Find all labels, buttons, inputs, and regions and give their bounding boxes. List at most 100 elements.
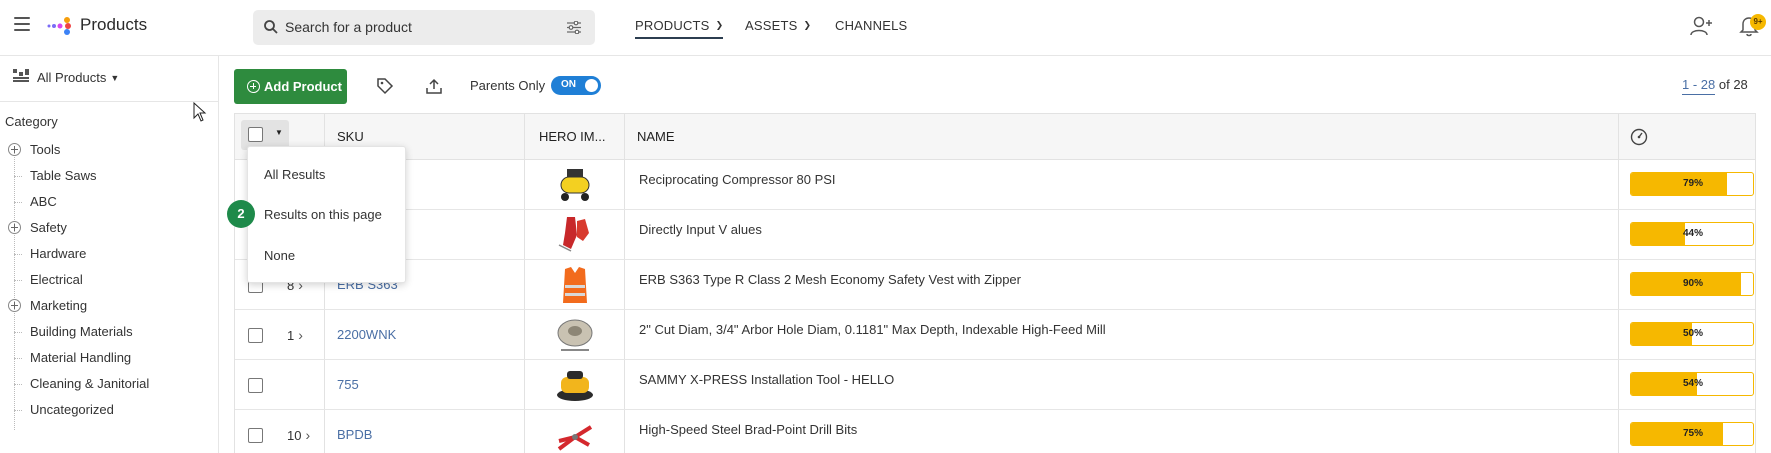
tree-item-cleaning-janitorial[interactable]: Cleaning & Janitorial <box>0 372 218 398</box>
product-sku[interactable]: 755 <box>337 377 359 392</box>
nav-products-label: PRODUCTS <box>635 18 710 33</box>
column-header-sku[interactable]: SKU <box>337 129 364 144</box>
tree-item-marketing[interactable]: Marketing <box>0 294 218 320</box>
tree-item-hardware[interactable]: Hardware <box>0 242 218 268</box>
upload-icon[interactable] <box>425 77 443 95</box>
tree-item-label: Tools <box>30 142 61 157</box>
nav-assets-label: ASSETS <box>745 18 798 33</box>
parents-only-label: Parents Only <box>470 78 546 93</box>
product-scope-label: All Products <box>37 70 107 85</box>
pagination-total: of 28 <box>1718 77 1748 92</box>
tree-item-uncategorized[interactable]: Uncategorized <box>0 398 218 424</box>
table-row[interactable]: 8 › ERB S363 ERB S363 Type R Class 2 Mesh… <box>235 260 1755 310</box>
tree-item-material-handling[interactable]: Material Handling <box>0 346 218 372</box>
tree-item-label: Electrical <box>30 272 83 287</box>
add-product-label: Add Product <box>264 79 342 94</box>
tree-item-label: Hardware <box>30 246 87 261</box>
menu-item-all-results[interactable]: All Results <box>264 167 325 182</box>
product-image[interactable] <box>553 415 597 453</box>
completeness-percent: 50% <box>1682 328 1703 339</box>
product-name[interactable]: ERB S363 Type R Class 2 Mesh Economy Saf… <box>639 272 1021 287</box>
toggle-knob <box>585 79 598 92</box>
tree-item-electrical[interactable]: Electrical <box>0 268 218 294</box>
chevron-right-icon: › <box>298 327 303 343</box>
select-menu: All Results Results on this page None <box>247 146 406 283</box>
tree-item-tools[interactable]: Tools <box>0 138 218 164</box>
caret-down-icon: ▼ <box>110 73 120 83</box>
product-image[interactable] <box>553 365 597 405</box>
tag-icon[interactable] <box>376 77 394 95</box>
expand-icon[interactable] <box>8 143 21 156</box>
product-image[interactable] <box>553 265 597 305</box>
tree-item-building-materials[interactable]: Building Materials <box>0 320 218 346</box>
table-header: ▼ SKU HERO IM... NAME <box>235 114 1755 160</box>
tree-item-label: Safety <box>30 220 67 235</box>
menu-icon[interactable] <box>14 17 30 31</box>
add-user-icon[interactable] <box>1690 15 1714 37</box>
pagination-summary: 1 - 28 of 28 <box>1682 77 1748 95</box>
grid-icon <box>13 69 29 82</box>
expand-icon[interactable] <box>8 299 21 312</box>
tree-item-label: Marketing <box>30 298 88 313</box>
table-row[interactable]: Reciprocating Compressor 80 PSI 79% <box>235 160 1755 210</box>
chevron-down-icon: ❯ <box>803 20 812 30</box>
product-scope-selector[interactable]: All Products ▼ <box>0 56 218 102</box>
product-name[interactable]: Directly Input V alues <box>639 222 762 237</box>
filter-icon[interactable] <box>567 21 581 34</box>
nav-products[interactable]: PRODUCTS ❯ <box>635 18 724 39</box>
variant-count[interactable]: 1 › <box>287 327 303 343</box>
product-name[interactable]: Reciprocating Compressor 80 PSI <box>639 172 836 187</box>
tree-connector <box>14 202 22 203</box>
tree-connector <box>14 254 22 255</box>
table-row[interactable]: 1 › 2200WNK 2" Cut Diam, 3/4" Arbor Hole … <box>235 310 1755 360</box>
select-all-checkbox[interactable] <box>248 127 263 142</box>
row-checkbox[interactable] <box>248 428 263 443</box>
product-image[interactable] <box>553 315 597 355</box>
add-product-button[interactable]: Add Product <box>234 69 347 104</box>
product-sku[interactable]: 2200WNK <box>337 327 396 342</box>
table-row[interactable]: 10 › BPDB High-Speed Steel Brad-Point Dri… <box>235 410 1755 453</box>
column-header-name[interactable]: NAME <box>637 129 675 144</box>
menu-item-none[interactable]: None <box>264 248 295 263</box>
table-row[interactable]: Directly Input V alues 44% <box>235 210 1755 260</box>
product-name[interactable]: High-Speed Steel Brad-Point Drill Bits <box>639 422 857 437</box>
nav-channels[interactable]: CHANNELS <box>835 18 907 33</box>
tree-connector <box>14 384 22 385</box>
menu-item-results-on-page[interactable]: Results on this page <box>264 207 382 222</box>
chevron-down-icon: ❯ <box>715 20 724 30</box>
product-name[interactable]: SAMMY X-PRESS Installation Tool - HELLO <box>639 372 894 387</box>
completeness-percent: 54% <box>1682 378 1703 389</box>
tree-connector <box>14 176 22 177</box>
toggle-state-label: ON <box>561 79 576 90</box>
tree-item-label: ABC <box>30 194 57 209</box>
row-checkbox[interactable] <box>248 328 263 343</box>
row-checkbox[interactable] <box>248 378 263 393</box>
completeness-percent: 79% <box>1682 178 1703 189</box>
column-header-hero-image[interactable]: HERO IM... <box>539 129 605 144</box>
logo-icon <box>47 17 71 35</box>
completeness-percent: 75% <box>1682 428 1703 439</box>
parents-only-toggle[interactable]: ON <box>551 76 601 95</box>
product-image[interactable] <box>553 215 597 255</box>
tree-item-safety[interactable]: Safety <box>0 216 218 242</box>
nav-assets[interactable]: ASSETS ❯ <box>745 18 811 33</box>
pagination-range[interactable]: 1 - 28 <box>1682 77 1716 95</box>
completeness-bar: 90% <box>1630 272 1754 296</box>
tree-connector <box>14 280 22 281</box>
caret-down-icon[interactable]: ▼ <box>275 128 283 137</box>
expand-icon[interactable] <box>8 221 21 234</box>
product-image[interactable] <box>553 165 597 205</box>
tree-connector <box>14 332 22 333</box>
completeness-percent: 90% <box>1682 278 1703 289</box>
search-input[interactable]: Search for a product <box>285 19 412 35</box>
search-box[interactable]: Search for a product <box>253 10 595 45</box>
product-name[interactable]: 2" Cut Diam, 3/4" Arbor Hole Diam, 0.118… <box>639 322 1106 337</box>
tree-item-table-saws[interactable]: Table Saws <box>0 164 218 190</box>
table-row[interactable]: 755 SAMMY X-PRESS Installation Tool - HE… <box>235 360 1755 410</box>
variant-count-value: 1 <box>287 328 295 343</box>
tree-item-label: Building Materials <box>30 324 133 339</box>
tree-item-label: Material Handling <box>30 350 132 365</box>
tree-item-abc[interactable]: ABC <box>0 190 218 216</box>
product-sku[interactable]: BPDB <box>337 427 372 442</box>
variant-count[interactable]: 10 › <box>287 427 310 443</box>
